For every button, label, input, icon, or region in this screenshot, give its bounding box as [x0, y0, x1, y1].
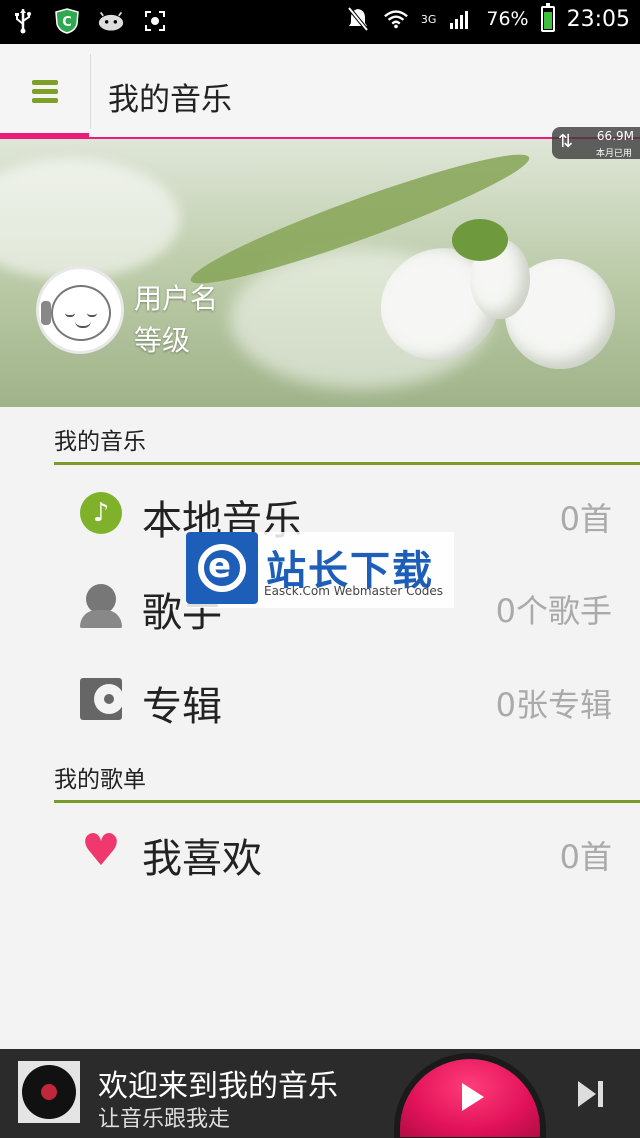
section-header-my-playlists: 我的歌单: [54, 767, 146, 793]
status-bar: C 3G 76% 23:05: [0, 0, 640, 44]
clock: 23:05: [566, 6, 630, 32]
person-icon: [80, 584, 122, 628]
username[interactable]: 用户名: [134, 277, 218, 317]
flower-bud: [452, 219, 508, 261]
avatar-headphone: [41, 301, 51, 325]
hamburger-menu-icon: [31, 76, 58, 107]
watermark-logo-letter: e: [208, 546, 232, 586]
status-right-icons: 3G 76% 23:05: [345, 3, 630, 32]
watermark: e 站长下载 Easck.Com Webmaster Codes: [186, 532, 454, 608]
app-bar: 我的音乐: [0, 44, 640, 139]
data-usage-label: 本月已用: [595, 149, 632, 159]
banner-blur: [0, 159, 180, 279]
now-playing-title: 欢迎来到我的音乐: [98, 1069, 338, 1104]
battery-percent: 76%: [486, 8, 529, 30]
signal-icon: [448, 6, 474, 32]
menu-button[interactable]: [0, 44, 89, 139]
battery-icon: [540, 3, 555, 32]
now-playing-artist: 让音乐跟我走: [98, 1107, 231, 1132]
heart-icon: ♥: [81, 825, 121, 876]
album-hole: [104, 694, 114, 704]
user-level: 等级: [134, 324, 191, 357]
avatar-eye-right: [87, 313, 97, 317]
security-shield-icon: C: [54, 8, 80, 34]
screenshot-icon: [142, 8, 168, 34]
play-button[interactable]: [400, 1059, 540, 1137]
data-transfer-icon: ⇅: [558, 131, 574, 152]
next-button[interactable]: [578, 1079, 608, 1109]
list-item-label: 专辑: [142, 684, 222, 730]
wifi-icon: [383, 6, 409, 32]
list-item-label: 我喜欢: [142, 836, 262, 882]
vinyl-label: [41, 1084, 57, 1100]
data-usage-amount: 66.9M: [596, 129, 634, 143]
list-item-favorites[interactable]: ♥ 我喜欢 0首: [0, 806, 640, 896]
status-left-icons: C: [10, 8, 168, 34]
album-icon: [80, 678, 124, 720]
avatar[interactable]: [36, 266, 124, 354]
avatar-mouth: [75, 321, 91, 328]
mute-icon: [345, 6, 371, 32]
app-bar-divider: [90, 54, 91, 129]
watermark-subtitle: Easck.Com Webmaster Codes: [264, 584, 444, 598]
network-type: 3G: [420, 12, 437, 26]
list-item-count: 0个歌手: [495, 592, 612, 630]
watermark-logo-icon: e: [186, 532, 258, 604]
person-body: [80, 610, 122, 628]
skip-next-bar: [598, 1081, 603, 1107]
section-header-my-music: 我的音乐: [54, 429, 146, 455]
music-note-icon: ♪: [80, 492, 122, 534]
section-divider: [54, 462, 640, 465]
page-title: 我的音乐: [108, 82, 232, 118]
usb-icon: [10, 8, 36, 34]
list-item-count: 0张专辑: [495, 686, 612, 724]
section-divider: [54, 800, 640, 803]
avatar-face-icon: [51, 285, 111, 341]
play-icon: [462, 1083, 484, 1111]
list-item-count: 0首: [559, 838, 612, 876]
avatar-eye-left: [65, 313, 75, 317]
album-art[interactable]: [18, 1061, 80, 1123]
android-icon: [98, 8, 124, 34]
skip-next-icon: [578, 1081, 596, 1107]
svg-text:C: C: [62, 15, 72, 30]
data-usage-badge[interactable]: ⇅ 66.9M 本月已用: [552, 127, 640, 159]
mini-player[interactable]: 欢迎来到我的音乐 让音乐跟我走: [0, 1049, 640, 1138]
list-item-count: 0首: [559, 500, 612, 538]
list-item-albums[interactable]: 专辑 0张专辑: [0, 654, 640, 744]
